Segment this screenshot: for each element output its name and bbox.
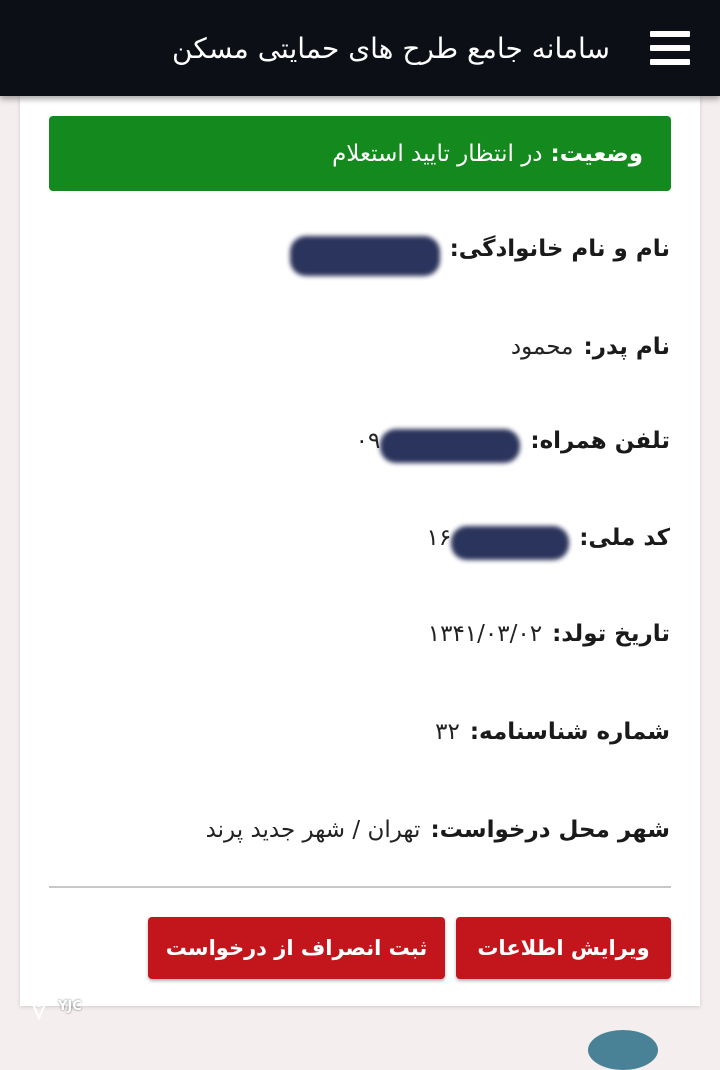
- status-banner: وضعیت: در انتظار تایید استعلام: [49, 116, 671, 191]
- field-label: شهر محل درخواست:: [430, 817, 670, 843]
- divider: [49, 886, 671, 888]
- field-certificate-number: شماره شناسنامه: ۳۲: [70, 712, 670, 752]
- field-label: نام پدر:: [583, 334, 671, 360]
- redacted-value: [289, 236, 440, 276]
- yjc-logo-icon: [31, 992, 47, 1021]
- field-label: تلفن همراه:: [530, 428, 670, 454]
- field-national-code: کد ملی: ۱۶: [70, 518, 670, 560]
- field-mobile: تلفن همراه: ۰۹: [70, 421, 670, 463]
- field-value: ۳۲: [435, 719, 460, 745]
- field-value: ۱۶: [426, 525, 452, 551]
- field-value: ۰۹: [355, 428, 381, 454]
- field-label: کد ملی:: [579, 525, 670, 551]
- floating-action-edge: [588, 1030, 658, 1070]
- yjc-watermark: YJC: [24, 986, 82, 1026]
- edit-info-button[interactable]: ویرایش اطلاعات: [456, 917, 671, 979]
- field-full-name: نام و نام خانوادگی:: [70, 229, 670, 276]
- field-label: تاریخ تولد:: [552, 621, 670, 647]
- redacted-value: [380, 429, 521, 463]
- hamburger-menu-icon[interactable]: [650, 31, 690, 65]
- submit-withdrawal-button[interactable]: ثبت انصراف از درخواست: [148, 917, 445, 979]
- app-title: سامانه جامع طرح های حمایتی مسکن: [172, 31, 610, 65]
- field-request-city: شهر محل درخواست: تهران / شهر جدید پرند: [70, 810, 670, 850]
- field-birth-date: تاریخ تولد: ۱۳۴۱/۰۳/۰۲: [70, 614, 670, 654]
- field-label: شماره شناسنامه:: [469, 719, 670, 745]
- field-value: محمود: [510, 334, 574, 360]
- field-value: تهران / شهر جدید پرند: [205, 817, 421, 843]
- watermark-text: YJC: [58, 998, 82, 1014]
- field-value: ۱۳۴۱/۰۳/۰۲: [427, 621, 543, 647]
- app-header: سامانه جامع طرح های حمایتی مسکن: [0, 0, 720, 96]
- redacted-value: [451, 526, 570, 560]
- request-details-card: وضعیت: در انتظار تایید استعلام نام و نام…: [20, 96, 700, 1006]
- status-label: وضعیت:: [550, 140, 643, 167]
- field-label: نام و نام خانوادگی:: [449, 236, 670, 262]
- status-value: در انتظار تایید استعلام: [332, 140, 543, 167]
- field-father-name: نام پدر: محمود: [70, 327, 670, 367]
